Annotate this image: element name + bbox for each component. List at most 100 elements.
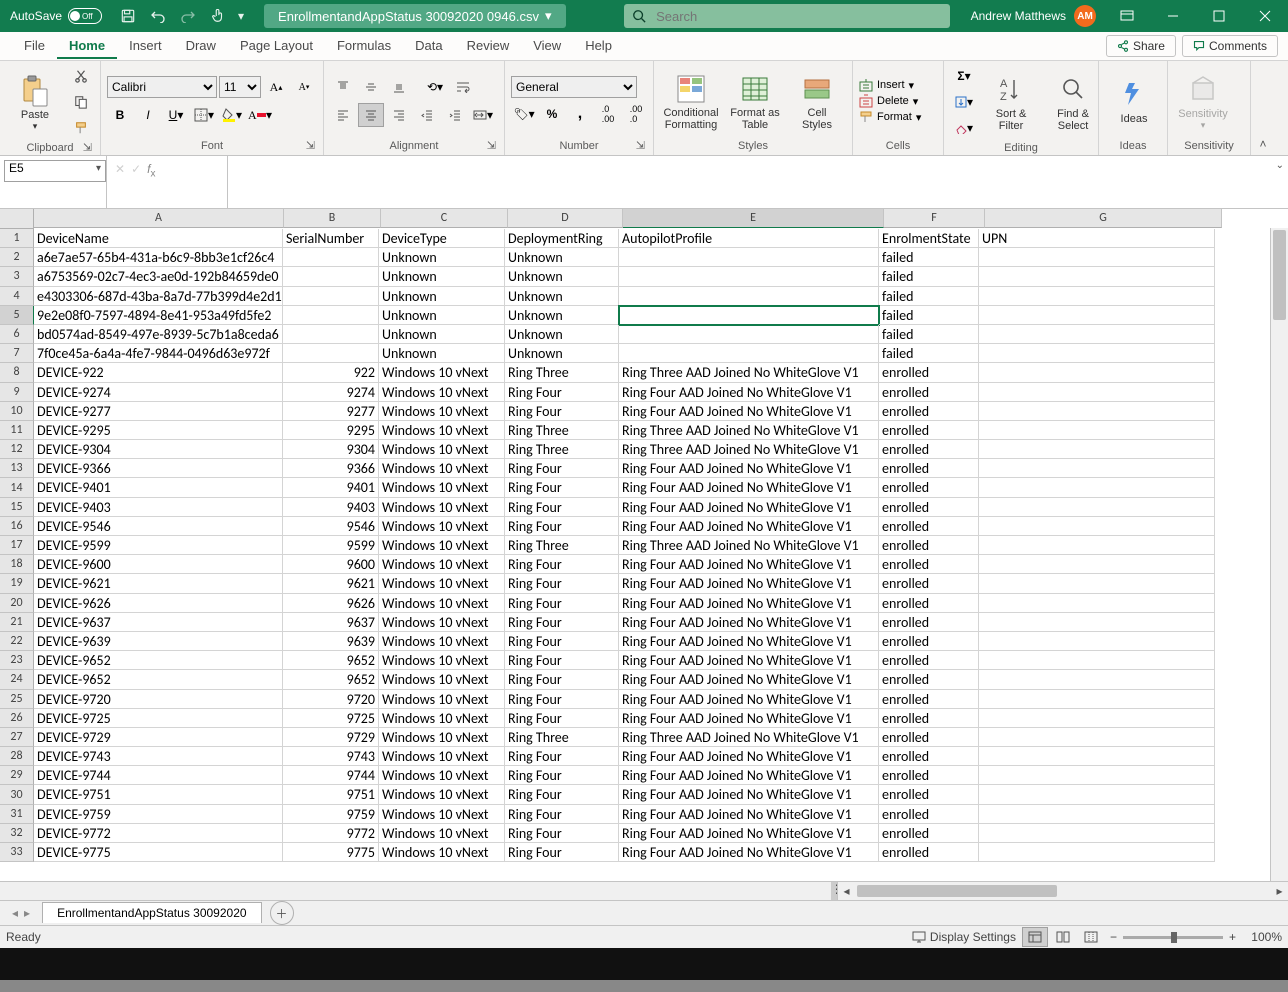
cell[interactable]: AutopilotProfile [619,229,879,248]
worksheet-grid[interactable]: ABCDEFG 1DeviceNameSerialNumberDeviceTyp… [0,209,1288,881]
tab-formulas[interactable]: Formulas [325,34,403,59]
cell[interactable]: Windows 10 vNext [379,383,505,402]
cell[interactable] [619,344,879,363]
cell[interactable]: Ring Four [505,690,619,709]
cell[interactable]: enrolled [879,498,979,517]
tab-file[interactable]: File [12,34,57,59]
cell[interactable]: 9743 [283,747,379,766]
cell[interactable]: enrolled [879,459,979,478]
cell[interactable]: enrolled [879,805,979,824]
cell[interactable]: 9652 [283,651,379,670]
cell[interactable]: Unknown [379,306,505,325]
cell[interactable]: enrolled [879,824,979,843]
row-header[interactable]: 2 [0,248,34,267]
cell[interactable]: DEVICE-9652 [34,651,283,670]
cell[interactable]: enrolled [879,709,979,728]
cell[interactable]: DEVICE-9720 [34,690,283,709]
cell[interactable]: Ring Four [505,383,619,402]
cell[interactable]: Windows 10 vNext [379,766,505,785]
cell[interactable]: 9637 [283,613,379,632]
cell[interactable] [979,594,1215,613]
decrease-decimal-button[interactable]: .00.0 [623,102,649,126]
qat-customize-button[interactable]: ▾ [234,2,248,30]
search-box[interactable] [624,4,950,28]
cell[interactable]: Ring Three [505,421,619,440]
row-header[interactable]: 14 [0,478,34,497]
cell[interactable]: Ring Four [505,747,619,766]
cell[interactable]: 9403 [283,498,379,517]
cell[interactable]: Windows 10 vNext [379,632,505,651]
cell[interactable] [979,824,1215,843]
cell[interactable]: Ring Four AAD Joined No WhiteGlove V1 [619,383,879,402]
row-header[interactable]: 15 [0,498,34,517]
cell[interactable]: Ring Four AAD Joined No WhiteGlove V1 [619,766,879,785]
borders-button[interactable]: ▾ [191,103,217,127]
minimize-button[interactable] [1150,0,1196,32]
cell[interactable]: DEVICE-9304 [34,440,283,459]
bold-button[interactable]: B [107,103,133,127]
cell[interactable]: Ring Four AAD Joined No WhiteGlove V1 [619,498,879,517]
cell[interactable]: Ring Four [505,574,619,593]
cell[interactable]: DEVICE-9759 [34,805,283,824]
cell[interactable]: 9401 [283,478,379,497]
align-center-button[interactable] [358,103,384,127]
cell[interactable] [979,344,1215,363]
cell[interactable]: enrolled [879,690,979,709]
cell[interactable]: Ring Four AAD Joined No WhiteGlove V1 [619,843,879,862]
cell[interactable]: Windows 10 vNext [379,478,505,497]
cell[interactable] [979,785,1215,804]
cell[interactable]: enrolled [879,785,979,804]
row-header[interactable]: 29 [0,766,34,785]
cell[interactable] [979,402,1215,421]
cell[interactable]: enrolled [879,632,979,651]
cell[interactable] [283,306,379,325]
cell[interactable]: 9744 [283,766,379,785]
cell[interactable]: 9626 [283,594,379,613]
cell[interactable]: 922 [283,363,379,382]
format-painter-button[interactable] [68,116,94,140]
font-color-button[interactable]: A▾ [247,103,273,127]
cell[interactable]: Ring Four AAD Joined No WhiteGlove V1 [619,517,879,536]
cell[interactable]: 9546 [283,517,379,536]
cell[interactable]: 9599 [283,536,379,555]
row-header[interactable]: 26 [0,709,34,728]
row-header[interactable]: 21 [0,613,34,632]
normal-view-button[interactable] [1022,927,1048,947]
cell[interactable]: EnrolmentState [879,229,979,248]
cell[interactable] [619,306,879,325]
cell[interactable]: enrolled [879,536,979,555]
cell[interactable] [979,555,1215,574]
row-header[interactable]: 24 [0,670,34,689]
row-header[interactable]: 25 [0,690,34,709]
cell[interactable]: 9639 [283,632,379,651]
cell[interactable]: Windows 10 vNext [379,709,505,728]
decrease-indent-button[interactable] [414,103,440,127]
cell[interactable]: enrolled [879,402,979,421]
cell[interactable]: 9274 [283,383,379,402]
row-header[interactable]: 22 [0,632,34,651]
expand-formula-bar-button[interactable]: ⌄ [1276,160,1284,171]
redo-button[interactable] [174,2,202,30]
tab-review[interactable]: Review [455,34,522,59]
cell[interactable]: DEVICE-9775 [34,843,283,862]
orientation-button[interactable]: ⟲▾ [422,75,448,99]
cell[interactable]: enrolled [879,766,979,785]
cell[interactable]: Windows 10 vNext [379,690,505,709]
cell[interactable]: DeviceType [379,229,505,248]
row-header[interactable]: 28 [0,747,34,766]
cell[interactable] [979,248,1215,267]
enter-formula-icon[interactable]: ✓ [131,162,141,176]
cell[interactable] [619,287,879,306]
horizontal-scrollbar[interactable]: ◂ ▸ [837,882,1288,900]
cell[interactable] [979,805,1215,824]
cell[interactable]: bd0574ad-8549-497e-8939-5c7b1a8ceda6 [34,325,283,344]
cell[interactable] [979,632,1215,651]
tab-insert[interactable]: Insert [117,34,174,59]
clear-button[interactable]: ▾ [950,116,978,140]
select-all-button[interactable] [0,209,34,229]
user-account[interactable]: Andrew Matthews AM [963,5,1104,27]
cell[interactable]: enrolled [879,670,979,689]
cell[interactable]: Ring Four AAD Joined No WhiteGlove V1 [619,785,879,804]
dialog-launcher-icon[interactable]: ⇲ [306,139,315,152]
cell[interactable] [979,459,1215,478]
